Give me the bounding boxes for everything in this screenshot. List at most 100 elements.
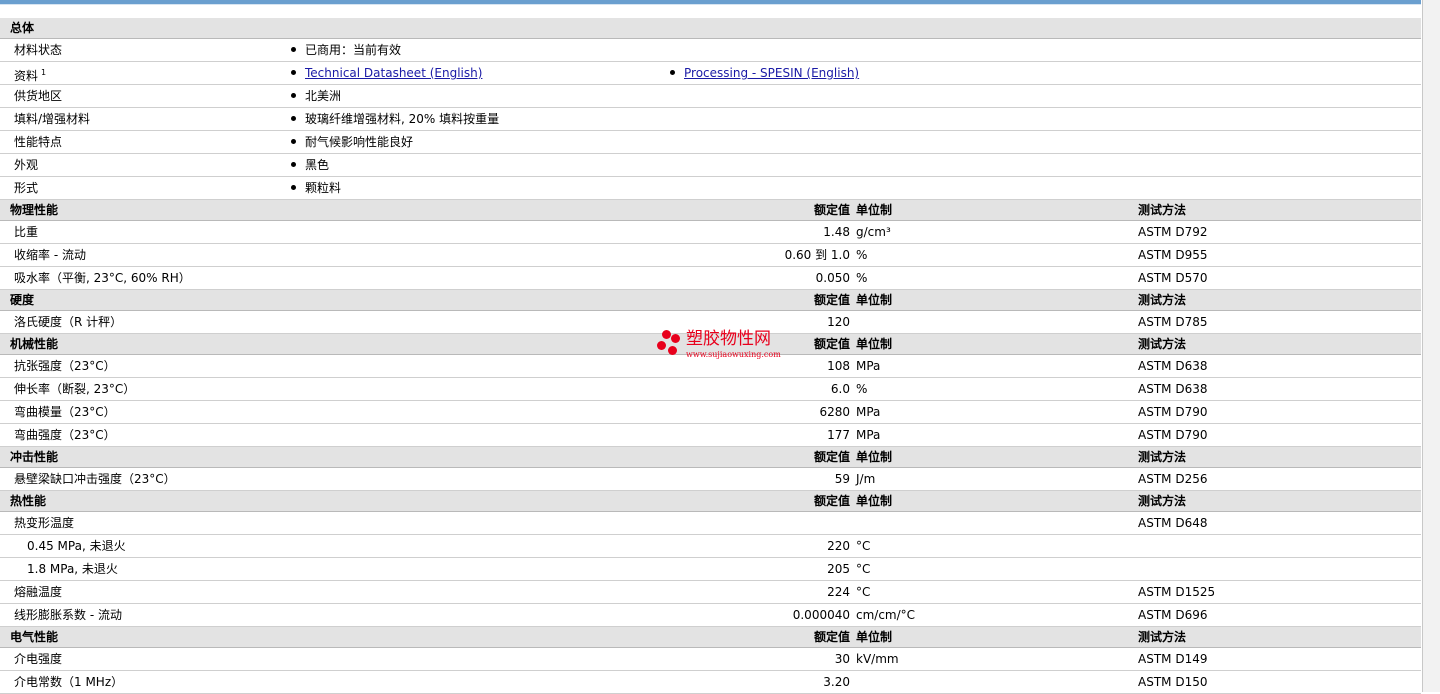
property-unit: J/m [856,472,876,486]
property-value: 6.0 [830,382,850,396]
section-header-general: 总体 [0,18,1421,39]
section-header: 硬度 额定值 单位制 测试方法 [0,290,1421,311]
column-header-value: 额定值 [813,494,850,508]
property-value: 177 [827,428,850,442]
section-header: 物理性能 额定值 单位制 测试方法 [0,200,1421,221]
section-header: 电气性能 额定值 单位制 测试方法 [0,627,1421,648]
column-header-value: 额定值 [813,203,850,217]
property-value: 108 [827,359,850,373]
general-label: 性能特点 [14,135,63,149]
column-header-test: 测试方法 [1138,203,1187,217]
property-test-method: ASTM D792 [1138,225,1208,239]
watermark-logo-icon [657,341,666,350]
property-test-method: ASTM D149 [1138,652,1208,666]
property-unit: g/cm³ [856,225,891,239]
property-test-method: ASTM D570 [1138,271,1208,285]
property-row: 0.45 MPa, 未退火 220 °C [0,535,1421,558]
property-test-method: ASTM D648 [1138,516,1208,530]
footnote-marker: 1 [41,68,47,77]
bullet-dot-icon [291,47,296,52]
property-unit: °C [856,562,871,576]
processing-link[interactable]: Processing - SPESIN (English) [684,66,859,80]
section-title: 热性能 [10,494,47,508]
property-unit: % [856,248,868,262]
property-name: 吸水率（平衡, 23°C, 60% RH） [14,271,191,285]
property-unit: MPa [856,405,881,419]
column-header-unit: 单位制 [856,293,893,307]
section-title: 电气性能 [10,630,59,644]
property-name: 热变形温度 [14,516,75,530]
property-name: 弯曲模量（23°C） [14,405,116,419]
bullet-dot-icon [291,93,296,98]
property-value: 30 [834,652,850,666]
property-name: 伸长率（断裂, 23°C） [14,382,136,396]
general-row: 材料状态 已商用：当前有效 [0,39,1421,62]
property-row: 介电常数（1 MHz） 3.20 ASTM D150 [0,671,1421,694]
section-title: 总体 [10,21,35,35]
property-value: 59 [834,472,850,486]
general-row: 供货地区 北美洲 [0,85,1421,108]
property-test-method: ASTM D150 [1138,675,1208,689]
column-header-unit: 单位制 [856,337,893,351]
property-value: 1.48 [823,225,850,239]
column-header-unit: 单位制 [856,450,893,464]
watermark: 塑胶物性网 www.sujiaowuxing.com [656,328,796,364]
bullet-item: 黑色 [291,154,329,176]
technical-datasheet-link[interactable]: Technical Datasheet (English) [305,66,482,80]
property-value: 6280 [819,405,850,419]
property-unit: % [856,271,868,285]
property-name: 比重 [14,225,39,239]
property-row: 弯曲强度（23°C） 177 MPa ASTM D790 [0,424,1421,447]
column-header-test: 测试方法 [1138,494,1187,508]
property-value: 0.60 到 1.0 [784,248,850,262]
section-title: 物理性能 [10,203,59,217]
property-unit: kV/mm [856,652,899,666]
bullet-item: Technical Datasheet (English) [291,62,482,84]
column-header-test: 测试方法 [1138,337,1187,351]
vertical-scrollbar[interactable] [1422,0,1440,692]
watermark-logo-icon [662,330,671,339]
general-row: 外观 黑色 [0,154,1421,177]
column-header-value: 额定值 [813,630,850,644]
property-test-method: ASTM D638 [1138,382,1208,396]
property-name: 弯曲强度（23°C） [14,428,116,442]
property-test-method: ASTM D955 [1138,248,1208,262]
general-label: 材料状态 [14,43,63,57]
column-header-unit: 单位制 [856,494,893,508]
column-header-unit: 单位制 [856,630,893,644]
watermark-logo-icon [671,334,680,343]
bullet-text: 玻璃纤维增强材料, 20% 填料按重量 [305,112,500,126]
bullet-text: 已商用：当前有效 [305,43,402,57]
property-name: 悬壁梁缺口冲击强度（23°C） [14,472,176,486]
property-test-method: ASTM D1525 [1138,585,1216,599]
property-name: 介电常数（1 MHz） [14,675,124,689]
column-header-test: 测试方法 [1138,293,1187,307]
property-unit: °C [856,539,871,553]
section-title: 机械性能 [10,337,59,351]
general-label: 供货地区 [14,89,63,103]
bullet-item: Processing - SPESIN (English) [670,62,859,84]
property-value: 224 [827,585,850,599]
property-name: 线形膨胀系数 - 流动 [14,608,122,622]
property-test-method: ASTM D785 [1138,315,1208,329]
general-label: 资料 [14,69,39,83]
bullet-text: 黑色 [305,158,330,172]
bullet-dot-icon [291,185,296,190]
window-top-highlight [0,4,1421,5]
bullet-item: 北美洲 [291,85,341,107]
bullet-text: 北美洲 [305,89,342,103]
property-value: 220 [827,539,850,553]
property-unit: % [856,382,868,396]
general-row: 资料 1 Technical Datasheet (English) Processi… [0,62,1421,85]
bullet-dot-icon [670,70,675,75]
property-test-method: ASTM D638 [1138,359,1208,373]
general-row: 性能特点 耐气候影响性能良好 [0,131,1421,154]
column-header-test: 测试方法 [1138,630,1187,644]
property-test-method: ASTM D256 [1138,472,1208,486]
bullet-item: 颗粒料 [291,177,341,199]
property-name: 1.8 MPa, 未退火 [27,562,118,576]
bullet-item: 耐气候影响性能良好 [291,131,413,153]
property-name: 洛氏硬度（R 计秤） [14,315,123,329]
section-title: 冲击性能 [10,450,59,464]
property-test-method: ASTM D790 [1138,405,1208,419]
